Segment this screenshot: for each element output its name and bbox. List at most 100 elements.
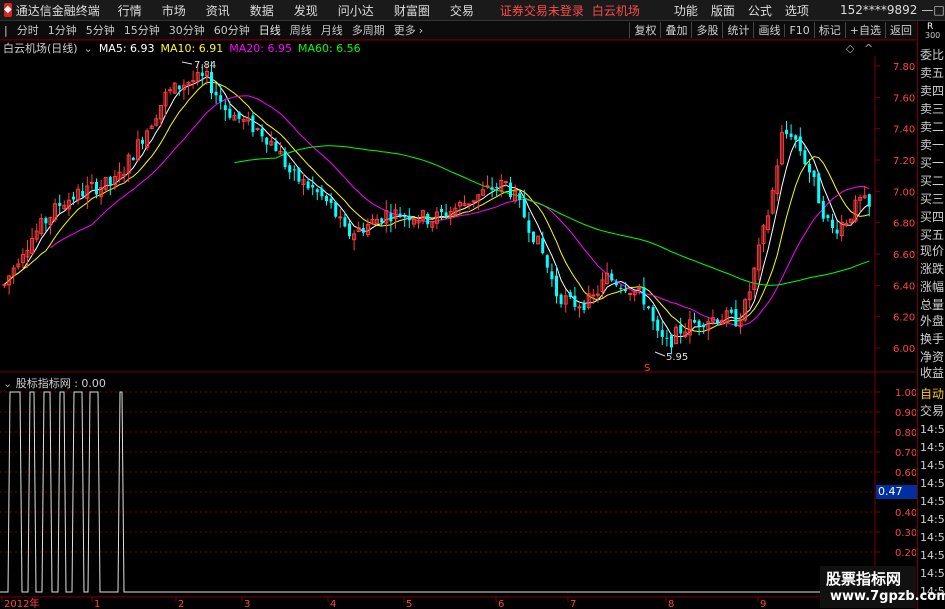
candle-down [794,135,798,140]
candle-down [177,85,181,90]
indicator-title: ⌄ 股标指标网 : 0.00 [3,375,106,391]
price-tick-label: 7.80 [893,62,915,73]
candle-down [495,186,499,188]
candle-down [320,188,324,197]
candle-up [191,80,196,83]
candle-down [660,330,664,337]
candle-down [389,213,393,222]
candle-down [407,215,411,221]
candle-down [541,238,545,254]
candle-down [573,295,577,307]
candle-down [380,218,384,223]
watermark-title: 股票指标网 [826,570,902,588]
candle-down [403,216,407,218]
candle-down [867,194,871,207]
candle-down [283,151,287,168]
candle-down [334,201,338,217]
candle-down [509,182,512,198]
low-pointer [654,351,666,357]
candle-down [343,217,347,227]
price-tick-label: 6.60 [893,250,915,261]
candle-down [141,139,144,144]
candle-up [338,216,343,219]
quote-field-label: 买一 [920,156,945,170]
candle-down [647,306,650,309]
candle-up [485,185,490,188]
candle-down [297,168,301,182]
tick-time: 14:56 [920,495,945,508]
candle-down [545,255,549,268]
ma10-line [4,81,870,333]
candle-down [624,289,627,292]
indicator-tick-label: 1.00 [895,388,916,399]
candle-down [821,200,825,219]
price-tick-label: 7.00 [893,187,915,198]
candle-down [702,324,706,328]
price-tick-label: 7.40 [893,125,915,136]
quote-field-label: 买五 [920,228,945,242]
quote-field-label: 卖二 [920,120,945,134]
candle-up [503,181,508,184]
price-tick-label: 6.80 [893,219,915,230]
candle-down [642,287,646,305]
candle-down [665,337,669,339]
indicator-current-badge: 0.47 [876,485,918,499]
candle-down [444,212,448,217]
candle-up [591,294,596,297]
quote-field-label: 涨跌 [920,262,945,276]
tick-time: 14:56 [920,441,945,454]
candle-up [577,306,582,309]
tick-time: 14:56 [920,477,945,490]
candle-down [798,136,802,152]
candle-down [306,181,310,189]
candle-down [527,220,531,233]
high-label: 7.84 [194,60,216,71]
candle-down [260,128,264,137]
candle-down [610,273,614,281]
candle-down [315,189,319,193]
candle-down [58,202,62,206]
tick-time: 14:56 [920,513,945,526]
candle-down [734,309,738,327]
candle-down [568,292,572,298]
trade-label[interactable]: 交易 [920,404,944,418]
candle-down [398,213,402,218]
candle-down [670,334,673,348]
quote-field-label: 卖五 [920,66,945,80]
candle-up [89,181,94,184]
buy-signal-marker: S [644,363,650,374]
quote-field-label: 卖四 [920,84,945,98]
candle-down [426,213,430,225]
auto-label[interactable]: 自动 [920,387,944,401]
candle-down [325,195,328,202]
indicator-tick-label: 0.90 [895,408,916,419]
candle-down [44,218,48,224]
candle-down [826,215,830,219]
candle-down [808,164,811,173]
time-axis-label: 1 [94,599,100,609]
chart-canvas[interactable]: 7.80 7.60 7.40 7.20 7.00 6.80 6.60 6.40 6.20 6.00… [0,0,916,609]
candle-down [131,157,135,161]
candle-down [81,191,85,197]
candle-down [219,95,223,102]
tick-time: 14:56 [920,459,945,472]
candle-down [265,137,269,145]
candle-down [619,287,623,289]
candle-down [697,320,701,327]
candle-down [716,319,719,324]
quote-field-label: 总量 [920,298,945,312]
candle-down [251,115,255,133]
price-tick-label: 6.40 [893,281,915,292]
minimize-icon[interactable]: — [921,3,933,17]
candle-down [555,275,558,297]
maximize-icon[interactable]: □ [933,3,944,17]
tick-time: 14:56 [920,531,945,544]
candle-down [614,281,618,286]
time-axis-label: 3 [244,599,250,609]
watermark-url: www.7gpzb.com [830,589,945,604]
candle-up [168,89,173,92]
chevron-down-icon[interactable]: ⌄ [3,377,12,390]
time-axis-label: 5 [406,599,412,609]
candle-down [651,307,655,322]
candle-down [348,223,351,237]
